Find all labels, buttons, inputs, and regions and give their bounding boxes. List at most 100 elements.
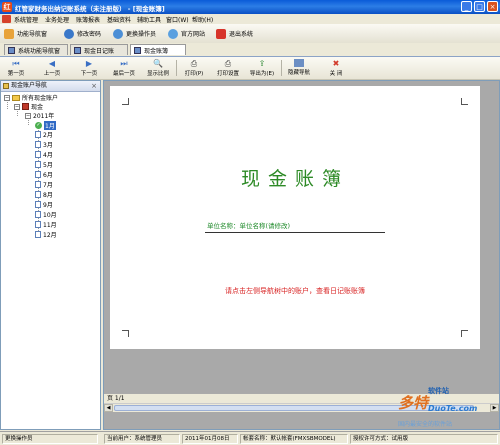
close-report-label: 关 闭 bbox=[329, 71, 343, 77]
tree-node-month-10[interactable]: 10月 bbox=[35, 210, 57, 219]
prev-page-button[interactable]: ◀ 上一页 bbox=[36, 58, 68, 78]
tree-node-year[interactable]: − 2011年 bbox=[25, 111, 54, 120]
watermark-url: DuoTe.com bbox=[428, 404, 478, 413]
zoom-label: 显示比例 bbox=[146, 71, 169, 77]
page-icon bbox=[35, 141, 41, 148]
watermark-sub: 软件站 bbox=[428, 387, 449, 395]
tree-node-month-5[interactable]: 5月 bbox=[35, 160, 53, 169]
page-icon bbox=[35, 171, 41, 178]
tree-node-month-6[interactable]: 6月 bbox=[35, 170, 53, 179]
close-window-button[interactable]: × bbox=[487, 1, 498, 12]
toolbar-separator bbox=[281, 60, 282, 76]
tab-nav-window[interactable]: 系统功能导航窗 bbox=[4, 44, 68, 55]
tree-node-label: 5月 bbox=[43, 162, 53, 169]
prev-page-label: 上一页 bbox=[43, 71, 61, 77]
tab-cash-ledger[interactable]: 现金账簿 bbox=[130, 44, 186, 55]
tree-node-month-12[interactable]: 12月 bbox=[35, 230, 57, 239]
print-setup-icon: ⎙ bbox=[224, 59, 232, 68]
window-icon bbox=[8, 46, 15, 54]
report-title: 现金账簿 bbox=[240, 168, 349, 190]
tree-node-label: 8月 bbox=[43, 192, 53, 199]
status-current-user: 当前用户：系统管理员 bbox=[104, 434, 180, 444]
tab-cash-journal[interactable]: 现金日记账 bbox=[70, 44, 128, 55]
collapse-icon[interactable]: − bbox=[4, 94, 10, 101]
tree-node-label: 9月 bbox=[43, 202, 53, 209]
change-password-label: 修改密码 bbox=[77, 31, 102, 38]
report-hint: 请点击左侧导航树中的账户，查看日记账账簿 bbox=[225, 287, 365, 295]
tab-label: 现金日记账 bbox=[84, 47, 115, 55]
tree-node-label: 4月 bbox=[43, 152, 53, 159]
scroll-left-icon[interactable]: ◀ bbox=[104, 404, 113, 412]
page-icon bbox=[35, 181, 41, 188]
prev-page-icon: ◀ bbox=[48, 59, 56, 68]
tree-node-label: 7月 bbox=[43, 182, 53, 189]
close-panel-icon[interactable]: × bbox=[91, 81, 97, 91]
print-setup-button[interactable]: ⎙ 打印设置 bbox=[212, 58, 244, 78]
status-bar: 更换操作员 当前用户：系统管理员 2011年01月08日 帐套名称：默认帐套(F… bbox=[0, 431, 500, 445]
panel-icon bbox=[294, 59, 304, 67]
tree-node-root[interactable]: − 所有现金账户 bbox=[4, 93, 58, 102]
collapse-icon[interactable]: − bbox=[25, 112, 31, 119]
change-password-button[interactable]: 修改密码 bbox=[64, 27, 101, 40]
tree-node-month-1[interactable]: ✓ 1月 bbox=[35, 121, 56, 130]
tree-node-label: 2011年 bbox=[33, 113, 55, 120]
watermark-slogan: 国内最安全的软件站 bbox=[398, 421, 453, 428]
tree-node-month-8[interactable]: 8月 bbox=[35, 190, 53, 199]
nav-window-label: 功能导航窗 bbox=[17, 31, 48, 38]
document-menu-icon[interactable] bbox=[2, 15, 11, 23]
exit-system-label: 退出系统 bbox=[229, 31, 254, 38]
menu-system[interactable]: 系统管理 bbox=[14, 15, 38, 24]
report-preview-area: 现金账簿 单位名称：单位名称(请修改) 请点击左侧导航树中的账户，查看日记账账簿… bbox=[103, 80, 500, 430]
close-report-button[interactable]: ✖ 关 闭 bbox=[320, 58, 352, 78]
title-bar: 红 红管家财务出纳记账系统（未注册版） - [现金账簿] _ □ × bbox=[0, 0, 500, 14]
status-account-set: 帐套名称：默认帐套(FMXSBMODEL) bbox=[240, 434, 348, 444]
tree-node-label: 11月 bbox=[43, 222, 57, 229]
crop-mark bbox=[122, 98, 129, 105]
close-icon: ✖ bbox=[332, 59, 340, 68]
ledger-icon bbox=[22, 103, 29, 110]
next-page-button[interactable]: ▶ 下一页 bbox=[73, 58, 105, 78]
first-page-button[interactable]: ⏮ 第一页 bbox=[0, 58, 32, 78]
print-label: 打印(P) bbox=[184, 71, 204, 77]
status-date: 2011年01月08日 bbox=[182, 434, 238, 444]
tree-node-label: 2月 bbox=[43, 132, 53, 139]
nav-panel-title: 现金账户导航 bbox=[11, 82, 48, 89]
minimize-button[interactable]: _ bbox=[461, 1, 472, 12]
tree-node-month-11[interactable]: 11月 bbox=[35, 220, 57, 229]
menu-business[interactable]: 业务处理 bbox=[45, 15, 69, 24]
tree-node-cash[interactable]: − 现金 bbox=[14, 102, 43, 111]
next-page-icon: ▶ bbox=[85, 59, 93, 68]
maximize-button[interactable]: □ bbox=[474, 1, 485, 12]
tree-node-month-9[interactable]: 9月 bbox=[35, 200, 53, 209]
official-site-button[interactable]: 官方网站 bbox=[168, 27, 205, 40]
official-site-label: 官方网站 bbox=[181, 31, 206, 38]
crop-mark bbox=[122, 330, 129, 337]
zoom-button[interactable]: 🔍 显示比例 bbox=[142, 58, 174, 78]
menu-tools[interactable]: 辅助工具 bbox=[137, 15, 161, 24]
tree-node-month-7[interactable]: 7月 bbox=[35, 180, 53, 189]
menu-reports[interactable]: 账簿报表 bbox=[76, 15, 100, 24]
switch-operator-label: 更换操作员 bbox=[126, 31, 157, 38]
tree-node-month-3[interactable]: 3月 bbox=[35, 140, 53, 149]
menu-window[interactable]: 窗口(W) bbox=[166, 15, 189, 24]
switch-operator-button[interactable]: 更换操作员 bbox=[113, 27, 156, 40]
tree-node-label: 10月 bbox=[43, 212, 57, 219]
status-operator-switch[interactable]: 更换操作员 bbox=[2, 434, 98, 444]
hide-nav-button[interactable]: 隐藏导航 bbox=[283, 58, 315, 78]
page-icon bbox=[35, 221, 41, 228]
menu-basic-data[interactable]: 基础资料 bbox=[107, 15, 131, 24]
export-button[interactable]: ⇪ 导出为(E) bbox=[246, 58, 278, 78]
window-icon bbox=[74, 46, 81, 54]
tab-label: 现金账簿 bbox=[144, 47, 169, 55]
print-button[interactable]: ⎙ 打印(P) bbox=[178, 58, 210, 78]
last-page-button[interactable]: ⏭ 最后一页 bbox=[108, 58, 140, 78]
page-icon bbox=[35, 131, 41, 138]
status-license: 授权许可方式：试用版 bbox=[350, 434, 498, 444]
menu-help[interactable]: 帮助(H) bbox=[192, 15, 213, 24]
home-icon bbox=[4, 28, 14, 39]
collapse-icon[interactable]: − bbox=[14, 103, 20, 110]
tree-node-month-4[interactable]: 4月 bbox=[35, 150, 53, 159]
tree-node-month-2[interactable]: 2月 bbox=[35, 130, 53, 139]
nav-window-button[interactable]: 功能导航窗 bbox=[4, 27, 47, 40]
exit-system-button[interactable]: 退出系统 bbox=[216, 27, 253, 40]
